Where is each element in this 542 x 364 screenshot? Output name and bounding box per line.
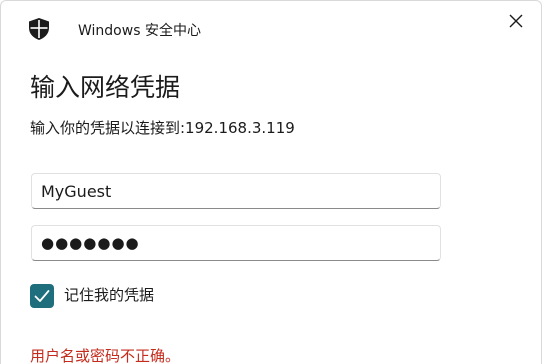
close-icon (509, 14, 523, 28)
credential-dialog: Windows 安全中心 输入网络凭据 输入你的凭据以连接到:192.168.3… (0, 0, 542, 364)
shield-icon (29, 18, 49, 40)
close-button[interactable] (501, 7, 531, 35)
connection-description: 输入你的凭据以连接到:192.168.3.119 (30, 119, 295, 137)
checkmark-icon (34, 290, 50, 302)
error-message: 用户名或密码不正确。 (30, 347, 181, 364)
dialog-heading: 输入网络凭据 (30, 73, 181, 102)
remember-credentials-checkbox[interactable] (30, 284, 54, 308)
remember-credentials-label[interactable]: 记住我的凭据 (64, 285, 154, 305)
password-input[interactable]: ●●●●●●● (31, 225, 441, 261)
username-input[interactable] (31, 173, 441, 209)
app-title: Windows 安全中心 (78, 23, 201, 39)
